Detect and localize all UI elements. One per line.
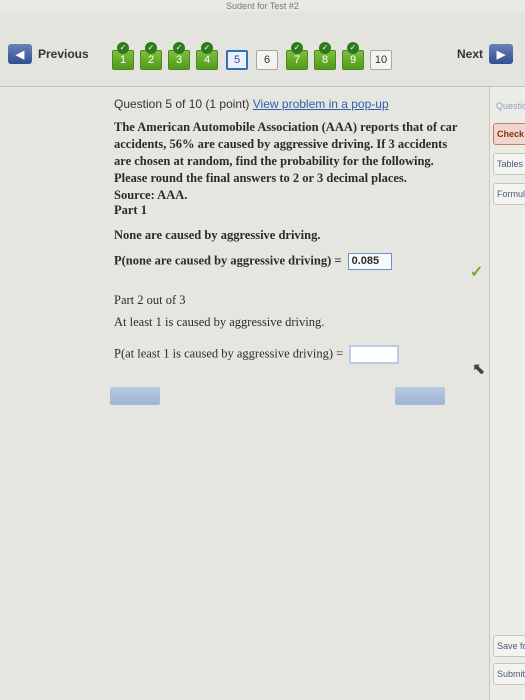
tables-button[interactable]: Tables: [493, 153, 525, 175]
checkmark-icon: ✓: [145, 42, 157, 54]
part2-answer-field[interactable]: [349, 345, 400, 364]
next-label: Next: [456, 47, 483, 61]
rounding-instruction: Please round the final answers to 2 or 3…: [114, 171, 407, 185]
next-button[interactable]: Next ▶: [457, 42, 513, 66]
question-tile-6[interactable]: 6: [256, 50, 278, 70]
part1-answer-field[interactable]: 0.085: [347, 253, 392, 270]
question-tile-5[interactable]: 5: [226, 50, 248, 70]
question-stem: The American Automobile Association (AAA…: [114, 119, 459, 204]
checkmark-icon: ✓: [117, 42, 129, 54]
question-tile-9[interactable]: ✓ 9: [342, 42, 364, 70]
question-header: Question 5 of 10 (1 point) View problem …: [114, 97, 389, 111]
question-tile-3[interactable]: ✓ 3: [168, 42, 190, 70]
check-answer-button[interactable]: Check An: [493, 123, 525, 145]
question-navigation-bar: ◀ Previous ✓ 1 ✓ 2 ✓ 3 ✓ 4 5 6 ✓ 7 ✓ 8 ✓…: [0, 12, 525, 87]
previous-label: Previous: [38, 47, 89, 61]
question-tile-1[interactable]: ✓ 1: [112, 42, 134, 70]
question-number: Question 5 of 10 (1 point): [114, 97, 250, 111]
correct-checkmark-icon: ✓: [470, 264, 484, 281]
question-tile-8[interactable]: ✓ 8: [314, 42, 336, 70]
previous-button[interactable]: ◀ Previous: [8, 42, 89, 66]
formula-button[interactable]: Formula: [493, 183, 525, 205]
question-panel: Question 5 of 10 (1 point) View problem …: [0, 87, 525, 700]
part1-prompt: None are caused by aggressive driving.: [114, 228, 321, 242]
checkmark-icon: ✓: [347, 42, 359, 54]
part2-label: Part 2 out of 3: [114, 293, 186, 307]
arrow-right-icon: ▶: [489, 44, 513, 64]
part2-expression-row: P(at least 1 is caused by aggressive dri…: [114, 345, 400, 364]
view-popup-link[interactable]: View problem in a pop-up: [253, 97, 389, 111]
part2-prompt: At least 1 is caused by aggressive drivi…: [114, 315, 325, 329]
source-text: Source: AAA.: [114, 188, 188, 202]
checkmark-icon: ✓: [201, 42, 213, 54]
mouse-pointer-icon: ⬉: [472, 361, 486, 378]
part1-label: Part 1: [114, 203, 147, 217]
checkmark-icon: ✓: [173, 42, 185, 54]
part1-expression: P(none are caused by aggressive driving)…: [114, 253, 342, 268]
question-tile-4[interactable]: ✓ 4: [196, 42, 218, 70]
question-tile-10[interactable]: 10: [370, 50, 392, 70]
right-sidebar: Questio Check An Tables Formula Save for…: [489, 87, 525, 700]
stem-text: The American Automobile Association (AAA…: [114, 120, 458, 168]
question-tile-2[interactable]: ✓ 2: [140, 42, 162, 70]
answer-action-button[interactable]: [395, 387, 445, 405]
submit-assignment-button[interactable]: Submit Assig: [493, 663, 525, 685]
checkmark-icon: ✓: [291, 42, 303, 54]
question-help-button[interactable]: Questio: [493, 95, 525, 117]
checkmark-icon: ✓: [319, 42, 331, 54]
save-for-later-button[interactable]: Save for La: [493, 635, 525, 657]
question-tile-7[interactable]: ✓ 7: [286, 42, 308, 70]
arrow-left-icon: ◀: [8, 44, 32, 64]
part2-expression: P(at least 1 is caused by aggressive dri…: [114, 346, 344, 361]
part1-expression-row: P(none are caused by aggressive driving)…: [114, 253, 392, 270]
help-me-solve-button[interactable]: [110, 387, 160, 405]
window-title: Sudent for Test #2: [226, 1, 299, 11]
